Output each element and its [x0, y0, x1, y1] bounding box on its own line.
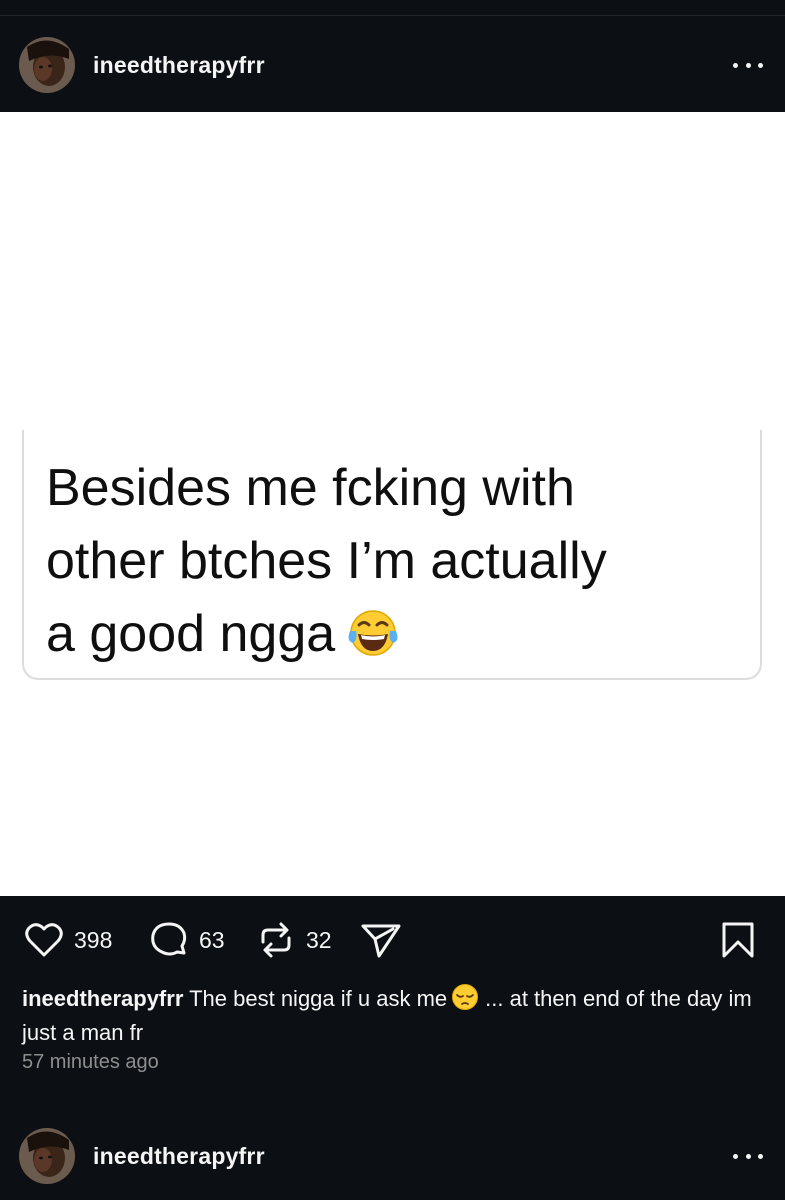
post-image[interactable]: Besides me fcking with other btches I’m …	[0, 112, 785, 896]
next-post-header: ineedtherapyfrr	[0, 1116, 785, 1196]
caption-text: The best nigga if u ask me	[189, 986, 448, 1011]
dot	[745, 62, 751, 68]
comment-button[interactable]: 63	[149, 915, 225, 965]
heart-icon	[25, 923, 63, 957]
post-caption: ineedtherapyfrr The best nigga if u ask …	[22, 983, 767, 1047]
post-actions: 398 63 32	[0, 915, 785, 965]
tweet-line: Besides me fcking with	[46, 459, 575, 517]
tweet-line: other btches I’m actually	[46, 532, 607, 590]
top-divider	[0, 15, 785, 16]
like-button[interactable]: 398	[24, 915, 112, 965]
dot	[745, 1153, 751, 1159]
like-count: 398	[74, 926, 113, 953]
bookmark-icon	[722, 922, 754, 958]
post-header: ineedtherapyfrr	[0, 25, 785, 105]
dot	[758, 62, 763, 68]
more-options-icon[interactable]	[733, 55, 763, 75]
next-post-username[interactable]: ineedtherapyfrr	[93, 1143, 265, 1170]
more-options-icon[interactable]	[733, 1146, 763, 1166]
repost-button[interactable]: 32	[256, 915, 332, 965]
tweet-text: Besides me fcking with other btches I’m …	[46, 452, 746, 679]
avatar[interactable]	[19, 1128, 75, 1184]
face-with-tears-of-joy-icon	[347, 606, 399, 679]
caption-username[interactable]: ineedtherapyfrr	[22, 986, 183, 1011]
dot	[733, 62, 738, 68]
comment-icon	[151, 922, 187, 956]
tweet-card: Besides me fcking with other btches I’m …	[22, 430, 762, 680]
post-timestamp: 57 minutes ago	[22, 1051, 159, 1073]
repost-icon	[261, 922, 291, 958]
post-username[interactable]: ineedtherapyfrr	[93, 52, 265, 79]
avatar[interactable]	[19, 37, 75, 93]
repost-count: 32	[306, 926, 332, 953]
comment-count: 63	[199, 926, 225, 953]
share-button[interactable]	[360, 915, 402, 965]
send-icon	[361, 924, 401, 958]
tweet-line-last: a good ngga	[46, 598, 746, 679]
dot	[733, 1153, 738, 1159]
dot	[758, 1153, 763, 1159]
pensive-face-icon	[451, 983, 479, 1018]
save-button[interactable]	[720, 915, 756, 965]
